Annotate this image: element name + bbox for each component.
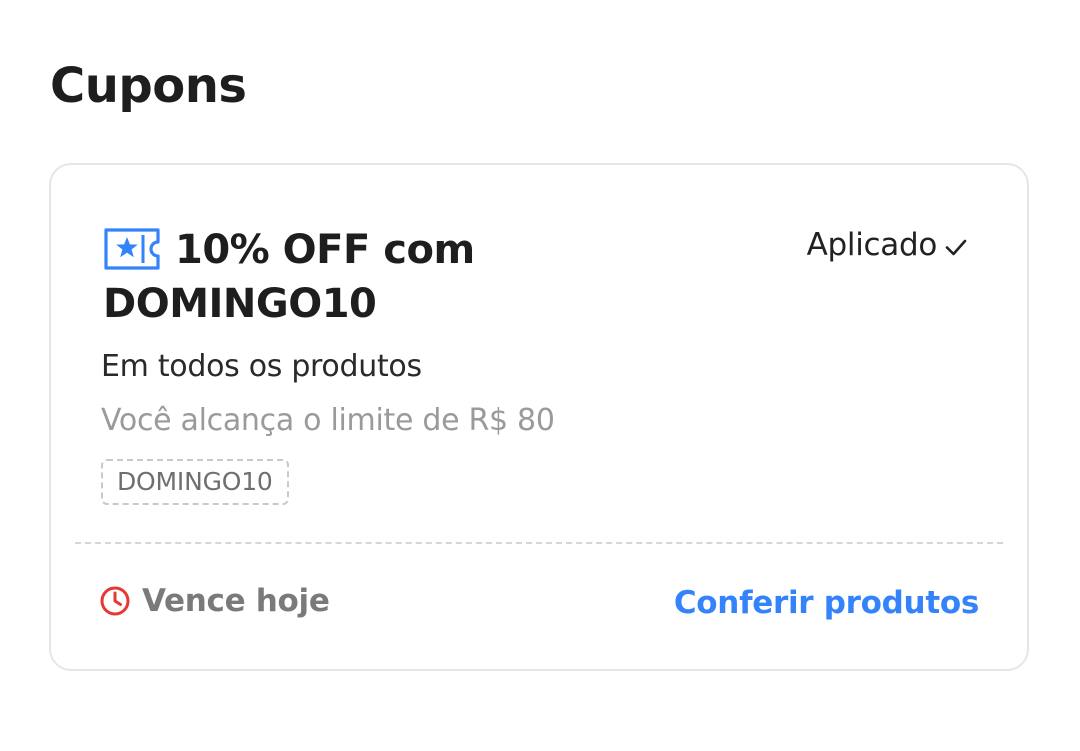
coupon-card[interactable]: 10% OFF com DOMINGO10 Aplicado Em todos … xyxy=(49,163,1029,671)
expiry-label: Vence hoje xyxy=(142,583,330,619)
divider xyxy=(75,542,1003,544)
coupon-limit: Você alcança o limite de R$ 80 xyxy=(101,403,555,438)
page-title: Cupons xyxy=(50,58,247,114)
ticket-star-icon xyxy=(103,227,161,271)
applied-label: Aplicado xyxy=(806,227,938,263)
applied-status: Aplicado xyxy=(807,227,969,263)
coupon-header: 10% OFF com DOMINGO10 xyxy=(103,223,723,331)
expiry-info: Vence hoje xyxy=(98,583,330,619)
check-icon xyxy=(943,232,969,258)
coupon-title-row: 10% OFF com DOMINGO10 xyxy=(103,223,723,331)
coupon-code-chip: DOMINGO10 xyxy=(101,459,289,505)
clock-icon xyxy=(98,584,132,618)
coupon-description: Em todos os produtos xyxy=(101,349,422,384)
view-products-link[interactable]: Conferir produtos xyxy=(674,585,979,621)
